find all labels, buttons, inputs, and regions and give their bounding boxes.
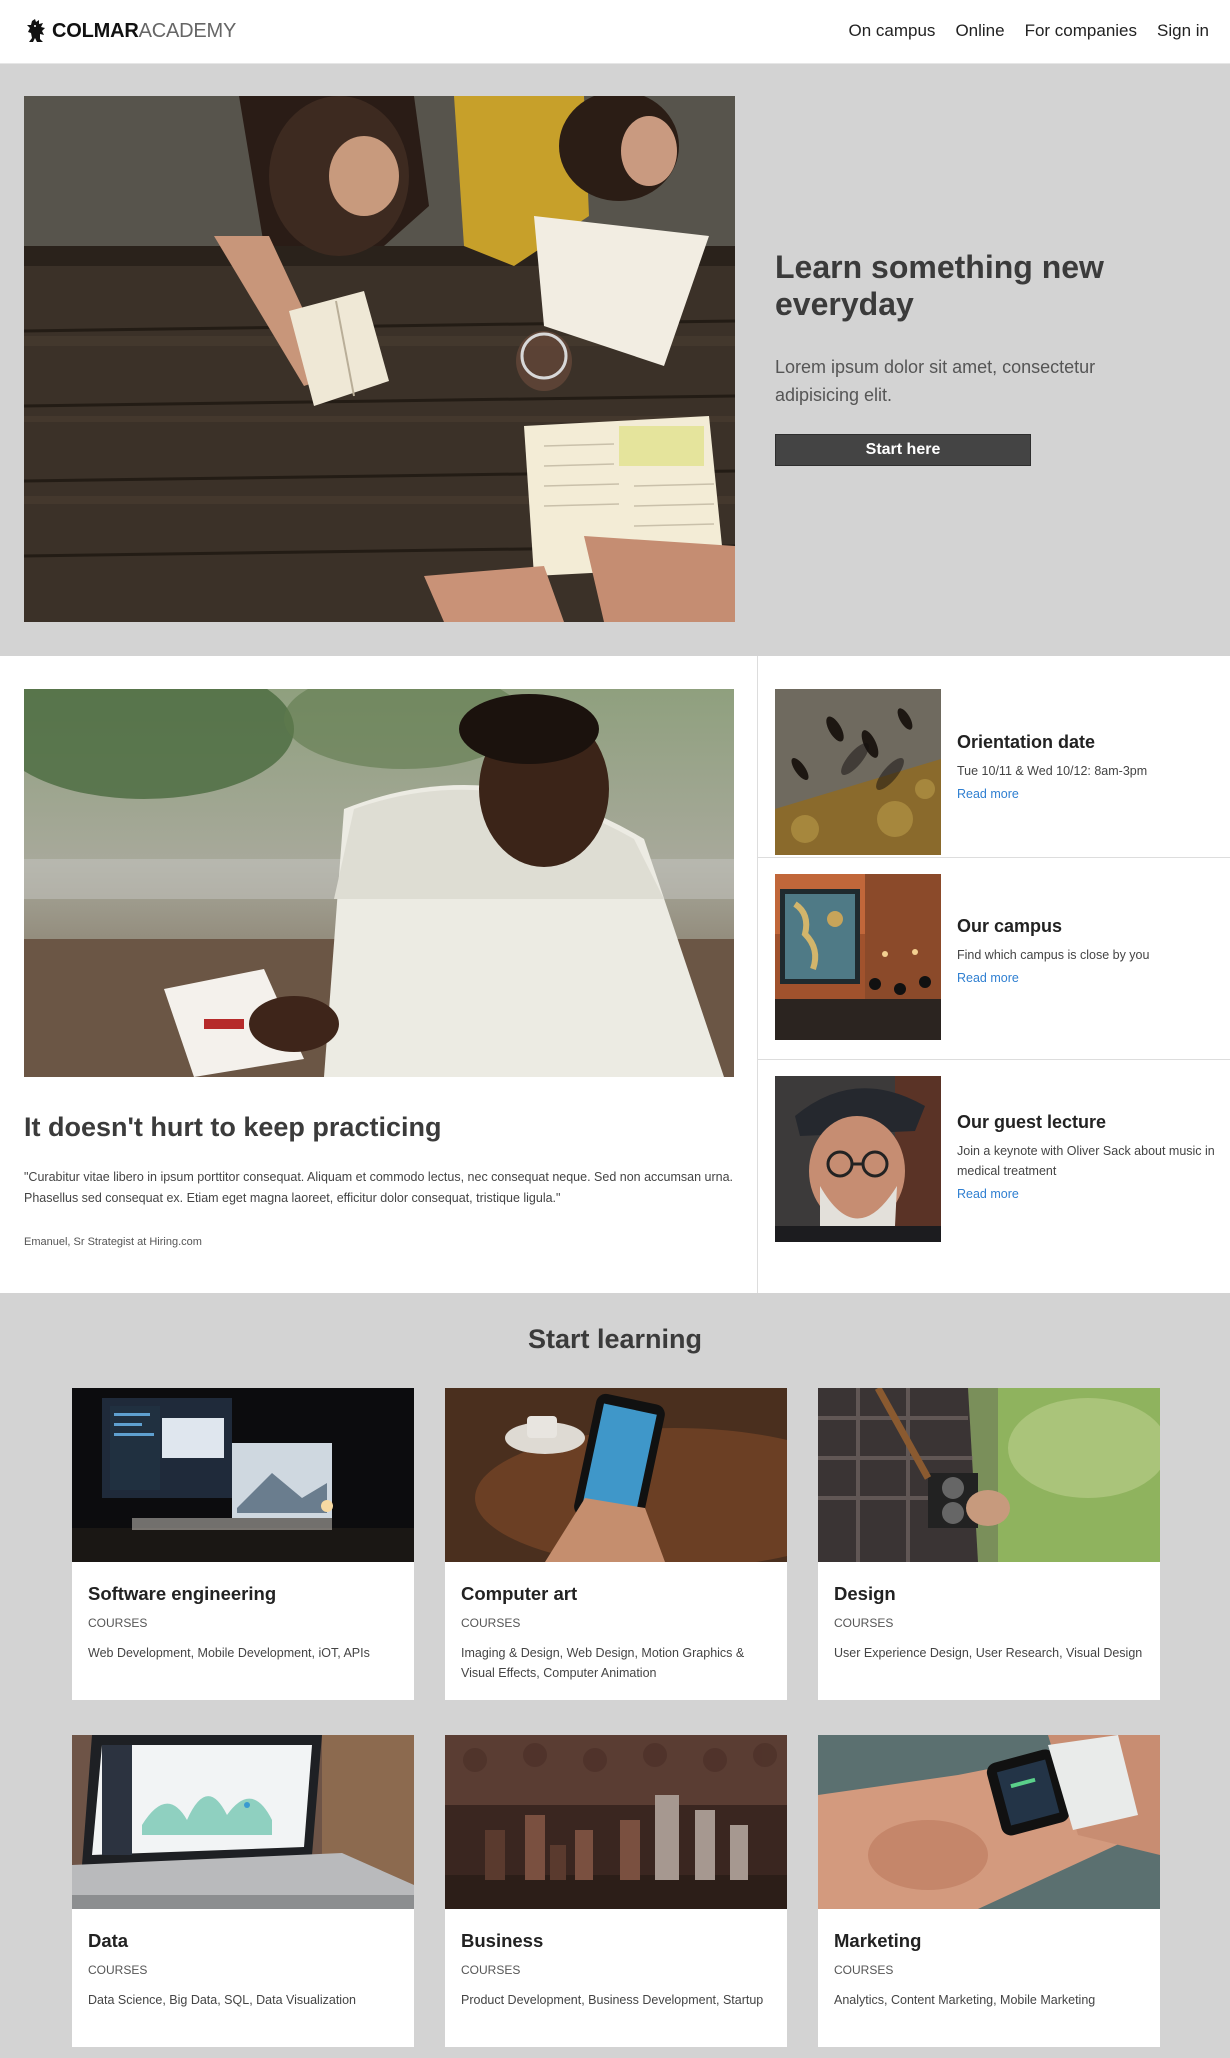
hero-title: Learn something new everyday (775, 249, 1104, 322)
card-title: Design (834, 1583, 896, 1604)
read-more-link[interactable]: Read more (957, 787, 1222, 801)
chess-pieces-photo (445, 1735, 787, 1909)
nav-for-companies[interactable]: For companies (1025, 21, 1137, 41)
card-description: Data Science, Big Data, SQL, Data Visual… (88, 1993, 356, 2007)
man-reading-photo (24, 689, 734, 1077)
site-header: COLMAR ACADEMY On campus Online For compa… (0, 0, 1230, 64)
main-nav: On campus Online For companies Sign in (849, 21, 1210, 41)
students-studying-photo (24, 96, 735, 622)
read-more-link[interactable]: Read more (957, 971, 1222, 985)
event-text: Our guest lecture Join a keynote with Ol… (957, 1112, 1222, 1201)
event-text: Orientation date Tue 10/11 & Wed 10/12: … (957, 732, 1222, 801)
nav-on-campus[interactable]: On campus (849, 21, 936, 41)
hero-subtitle: Lorem ipsum dolor sit amet, consectetur … (775, 357, 1096, 405)
start-learning-section: Start learning Software engineering COUR… (0, 1293, 1230, 2058)
course-card-marketing[interactable]: Marketing COURSES Analytics, Content Mar… (818, 1735, 1160, 2047)
feature-section: It doesn't hurt to keep practicing "Cura… (0, 656, 1230, 1293)
laptop-analytics-photo (72, 1735, 414, 1909)
course-card-data[interactable]: Data COURSES Data Science, Big Data, SQL… (72, 1735, 414, 2047)
event-description: Join a keynote with Oliver Sack about mu… (957, 1144, 1215, 1178)
smartwatch-photo (818, 1735, 1160, 1909)
event-orientation: Orientation date Tue 10/11 & Wed 10/12: … (758, 656, 1230, 858)
course-card-design[interactable]: Design COURSES User Experience Design, U… (818, 1388, 1160, 1700)
card-title: Computer art (461, 1583, 578, 1604)
nav-online[interactable]: Online (955, 21, 1004, 41)
card-kicker: COURSES (88, 1616, 148, 1630)
card-title: Marketing (834, 1930, 922, 1951)
nav-sign-in[interactable]: Sign in (1157, 21, 1209, 41)
campus-interior-photo (775, 874, 941, 1040)
card-kicker: COURSES (834, 1963, 894, 1977)
logo-text-light: ACADEMY (138, 19, 237, 42)
desk-monitors-photo (72, 1388, 414, 1562)
hero-content: Learn something new everyday Lorem ipsum… (775, 249, 1105, 466)
card-description: Product Development, Business Developmen… (461, 1993, 764, 2007)
card-kicker: COURSES (461, 1963, 521, 1977)
course-card-software-engineering[interactable]: Software engineering COURSES Web Develop… (72, 1388, 414, 1700)
event-text: Our campus Find which campus is close by… (957, 916, 1222, 985)
event-campus: Our campus Find which campus is close by… (758, 858, 1230, 1060)
events-column: Orientation date Tue 10/11 & Wed 10/12: … (758, 656, 1230, 1293)
old-man-portrait-photo (775, 1076, 941, 1242)
testimonial-column: It doesn't hurt to keep practicing "Cura… (0, 656, 758, 1293)
card-kicker: COURSES (834, 1616, 894, 1630)
camera-photo (818, 1388, 1160, 1562)
read-more-link[interactable]: Read more (957, 1187, 1222, 1201)
card-title: Business (461, 1930, 544, 1951)
card-kicker: COURSES (461, 1616, 521, 1630)
event-description: Find which campus is close by you (957, 948, 1150, 962)
lion-icon (27, 19, 45, 42)
event-title: Orientation date (957, 732, 1096, 752)
people-walking-photo (775, 689, 941, 855)
card-title: Software engineering (88, 1583, 277, 1604)
section-title: Start learning (527, 1324, 703, 1354)
course-card-business[interactable]: Business COURSES Product Development, Bu… (445, 1735, 787, 2047)
event-description: Tue 10/11 & Wed 10/12: 8am-3pm (957, 764, 1148, 778)
card-kicker: COURSES (88, 1963, 148, 1977)
card-description: User Experience Design, User Research, V… (834, 1646, 1143, 1660)
testimonial-author: Emanuel, Sr Strategist at Hiring.com (24, 1236, 202, 1248)
testimonial-quote: "Curabitur vitae libero in ipsum porttit… (24, 1170, 734, 1205)
logo-text-bold: COLMAR (52, 19, 139, 42)
testimonial-title: It doesn't hurt to keep practicing (24, 1112, 442, 1142)
hero-section: Learn something new everyday Lorem ipsum… (0, 64, 1230, 656)
card-title: Data (88, 1930, 129, 1951)
event-title: Our campus (957, 916, 1063, 936)
card-description: Web Development, Mobile Development, iOT… (88, 1646, 370, 1660)
card-description: Analytics, Content Marketing, Mobile Mar… (834, 1993, 1096, 2007)
event-title: Our guest lecture (957, 1112, 1107, 1132)
event-guest-lecture: Our guest lecture Join a keynote with Ol… (758, 1060, 1230, 1262)
phone-in-hand-photo (445, 1388, 787, 1562)
start-here-button[interactable]: Start here (775, 434, 1031, 466)
card-description: Imaging & Design, Web Design, Motion Gra… (461, 1646, 745, 1680)
site-logo[interactable]: COLMAR ACADEMY (26, 19, 236, 43)
course-card-computer-art[interactable]: Computer art COURSES Imaging & Design, W… (445, 1388, 787, 1700)
